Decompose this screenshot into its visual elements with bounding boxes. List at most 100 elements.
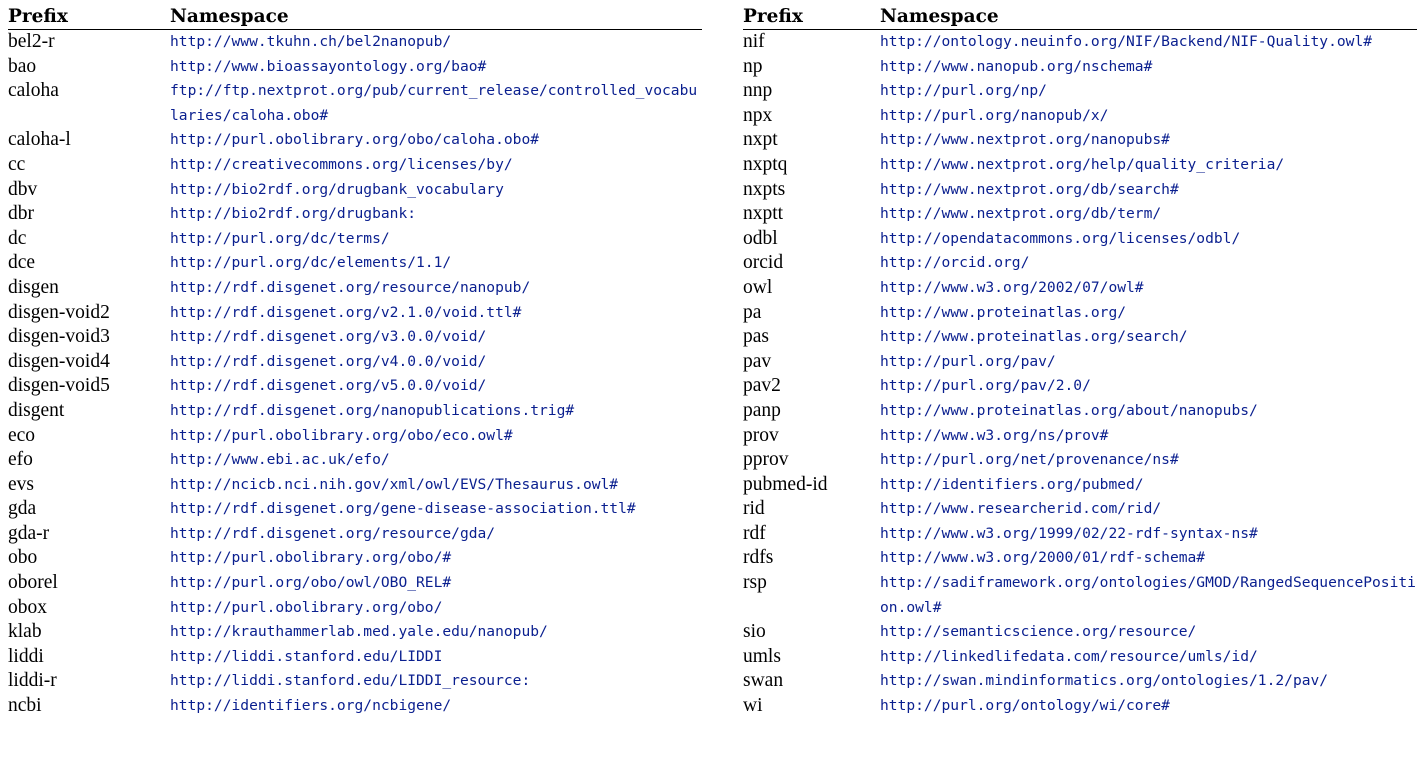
namespace-link[interactable]: http://www.nanopub.org/nschema# xyxy=(880,55,1417,80)
prefix-column-header: Prefix xyxy=(8,5,170,30)
namespace-link[interactable]: http://purl.org/pav/ xyxy=(880,350,1417,375)
prefix-cell: disgen-void5 xyxy=(8,375,110,397)
table-row: disgen-void5 http://rdf.disgenet.org/v5.0… xyxy=(8,374,702,399)
namespace-link[interactable]: http://www.researcherid.com/rid/ xyxy=(880,497,1417,522)
table-row: obo http://purl.obolibrary.org/obo/# xyxy=(8,546,702,571)
prefix-cell: oborel xyxy=(8,572,58,594)
table-row: pav2 http://purl.org/pav/2.0/ xyxy=(743,374,1417,399)
prefix-cell: pav2 xyxy=(743,375,781,397)
prefix-cell: disgen xyxy=(8,276,59,298)
prefix-cell: cc xyxy=(8,153,26,175)
table-row: dbv http://bio2rdf.org/drugbank_vocabular… xyxy=(8,178,702,203)
namespace-link[interactable]: http://purl.obolibrary.org/obo/eco.owl# xyxy=(170,424,702,449)
namespace-link[interactable]: http://purl.org/ontology/wi/core# xyxy=(880,694,1417,719)
namespace-link[interactable]: ftp://ftp.nextprot.org/pub/current_relea… xyxy=(170,79,702,128)
table-row: rid http://www.researcherid.com/rid/ xyxy=(743,497,1417,522)
prefix-cell: rsp xyxy=(743,572,767,594)
namespace-link[interactable]: http://www.nextprot.org/nanopubs# xyxy=(880,128,1417,153)
namespace-link[interactable]: http://www.ebi.ac.uk/efo/ xyxy=(170,448,702,473)
namespace-link[interactable]: http://www.proteinatlas.org/search/ xyxy=(880,325,1417,350)
namespace-link[interactable]: http://www.nextprot.org/help/quality_cri… xyxy=(880,153,1417,178)
table-row: pav http://purl.org/pav/ xyxy=(743,350,1417,375)
namespace-link[interactable]: http://krauthammerlab.med.yale.edu/nanop… xyxy=(170,620,702,645)
prefix-cell: pa xyxy=(743,301,762,323)
namespace-link[interactable]: http://purl.org/dc/elements/1.1/ xyxy=(170,251,702,276)
namespace-link[interactable]: http://liddi.stanford.edu/LIDDI_resource… xyxy=(170,669,702,694)
namespace-link[interactable]: http://purl.obolibrary.org/obo/ xyxy=(170,596,702,621)
namespace-link[interactable]: http://rdf.disgenet.org/v2.1.0/void.ttl# xyxy=(170,301,702,326)
prefix-cell: pprov xyxy=(743,449,789,471)
prefix-cell: wi xyxy=(743,695,763,717)
namespace-link[interactable]: http://liddi.stanford.edu/LIDDI xyxy=(170,645,702,670)
namespace-link[interactable]: http://purl.obolibrary.org/obo/# xyxy=(170,546,702,571)
prefix-cell: bao xyxy=(8,55,37,77)
namespace-link[interactable]: http://rdf.disgenet.org/nanopublications… xyxy=(170,399,702,424)
namespace-link[interactable]: http://purl.org/obo/owl/OBO_REL# xyxy=(170,571,702,596)
prefix-table-right: Prefix Namespace nif http://ontology.neui… xyxy=(743,5,1417,719)
namespace-link[interactable]: http://rdf.disgenet.org/v3.0.0/void/ xyxy=(170,325,702,350)
table-body: bel2-r http://www.tkuhn.ch/bel2nanopub/ba… xyxy=(8,30,702,719)
namespace-link[interactable]: http://purl.obolibrary.org/obo/caloha.ob… xyxy=(170,128,702,153)
prefix-cell: caloha-l xyxy=(8,129,71,151)
prefix-cell: klab xyxy=(8,621,42,643)
namespace-link[interactable]: http://bio2rdf.org/drugbank_vocabulary xyxy=(170,178,702,203)
namespace-link[interactable]: http://www.tkuhn.ch/bel2nanopub/ xyxy=(170,30,702,55)
namespace-link[interactable]: http://purl.org/nanopub/x/ xyxy=(880,104,1417,129)
prefix-cell: owl xyxy=(743,276,773,298)
namespace-link[interactable]: http://rdf.disgenet.org/resource/gda/ xyxy=(170,522,702,547)
namespace-link[interactable]: http://swan.mindinformatics.org/ontologi… xyxy=(880,669,1417,694)
namespace-link[interactable]: http://purl.org/pav/2.0/ xyxy=(880,374,1417,399)
prefix-cell: odbl xyxy=(743,227,778,249)
prefix-cell: dbv xyxy=(8,178,38,200)
namespace-link[interactable]: http://identifiers.org/ncbigene/ xyxy=(170,694,702,719)
table-row: rdfs http://www.w3.org/2000/01/rdf-schema… xyxy=(743,546,1417,571)
namespace-link[interactable]: http://semanticscience.org/resource/ xyxy=(880,620,1417,645)
table-row: gda-r http://rdf.disgenet.org/resource/gd… xyxy=(8,522,702,547)
namespace-link[interactable]: http://ontology.neuinfo.org/NIF/Backend/… xyxy=(880,30,1417,55)
table-header-row: Prefix Namespace xyxy=(743,5,1417,30)
namespace-link[interactable]: http://www.w3.org/2002/07/owl# xyxy=(880,276,1417,301)
namespace-link[interactable]: http://rdf.disgenet.org/v5.0.0/void/ xyxy=(170,374,702,399)
prefix-cell: dce xyxy=(8,252,36,274)
table-row: disgen-void3 http://rdf.disgenet.org/v3.0… xyxy=(8,325,702,350)
namespace-link[interactable]: http://opendatacommons.org/licenses/odbl… xyxy=(880,227,1417,252)
table-row: wi http://purl.org/ontology/wi/core# xyxy=(743,694,1417,719)
table-row: sio http://semanticscience.org/resource/ xyxy=(743,620,1417,645)
namespace-link[interactable]: http://www.w3.org/ns/prov# xyxy=(880,424,1417,449)
prefix-cell: panp xyxy=(743,399,781,421)
table-row: swan http://swan.mindinformatics.org/onto… xyxy=(743,669,1417,694)
namespace-link[interactable]: http://ncicb.nci.nih.gov/xml/owl/EVS/The… xyxy=(170,473,702,498)
table-row: ncbi http://identifiers.org/ncbigene/ xyxy=(8,694,702,719)
namespace-link[interactable]: http://purl.org/dc/terms/ xyxy=(170,227,702,252)
table-row: caloha-l http://purl.obolibrary.org/obo/c… xyxy=(8,128,702,153)
table-row: panp http://www.proteinatlas.org/about/na… xyxy=(743,399,1417,424)
prefix-cell: disgen-void3 xyxy=(8,326,110,348)
namespace-link[interactable]: http://www.w3.org/1999/02/22-rdf-syntax-… xyxy=(880,522,1417,547)
namespace-link[interactable]: http://rdf.disgenet.org/v4.0.0/void/ xyxy=(170,350,702,375)
namespace-link[interactable]: http://www.proteinatlas.org/ xyxy=(880,301,1417,326)
namespace-link[interactable]: http://sadiframework.org/ontologies/GMOD… xyxy=(880,571,1417,620)
namespace-link[interactable]: http://www.bioassayontology.org/bao# xyxy=(170,55,702,80)
prefix-cell: liddi-r xyxy=(8,670,57,692)
namespace-link[interactable]: http://bio2rdf.org/drugbank: xyxy=(170,202,702,227)
prefix-cell: caloha xyxy=(8,80,59,102)
table-row: eco http://purl.obolibrary.org/obo/eco.ow… xyxy=(8,424,702,449)
namespace-link[interactable]: http://creativecommons.org/licenses/by/ xyxy=(170,153,702,178)
namespace-link[interactable]: http://orcid.org/ xyxy=(880,251,1417,276)
namespace-link[interactable]: http://www.nextprot.org/db/term/ xyxy=(880,202,1417,227)
table-row: pa http://www.proteinatlas.org/ xyxy=(743,301,1417,326)
table-row: nnp http://purl.org/np/ xyxy=(743,79,1417,104)
namespace-link[interactable]: http://linkedlifedata.com/resource/umls/… xyxy=(880,645,1417,670)
prefix-cell: disgen-void4 xyxy=(8,350,110,372)
table-body: nif http://ontology.neuinfo.org/NIF/Backe… xyxy=(743,30,1417,719)
namespace-link[interactable]: http://identifiers.org/pubmed/ xyxy=(880,473,1417,498)
table-row: pas http://www.proteinatlas.org/search/ xyxy=(743,325,1417,350)
table-row: nif http://ontology.neuinfo.org/NIF/Backe… xyxy=(743,30,1417,55)
namespace-link[interactable]: http://www.nextprot.org/db/search# xyxy=(880,178,1417,203)
namespace-link[interactable]: http://purl.org/net/provenance/ns# xyxy=(880,448,1417,473)
namespace-link[interactable]: http://purl.org/np/ xyxy=(880,79,1417,104)
namespace-link[interactable]: http://www.w3.org/2000/01/rdf-schema# xyxy=(880,546,1417,571)
namespace-link[interactable]: http://www.proteinatlas.org/about/nanopu… xyxy=(880,399,1417,424)
namespace-link[interactable]: http://rdf.disgenet.org/gene-disease-ass… xyxy=(170,497,702,522)
namespace-link[interactable]: http://rdf.disgenet.org/resource/nanopub… xyxy=(170,276,702,301)
